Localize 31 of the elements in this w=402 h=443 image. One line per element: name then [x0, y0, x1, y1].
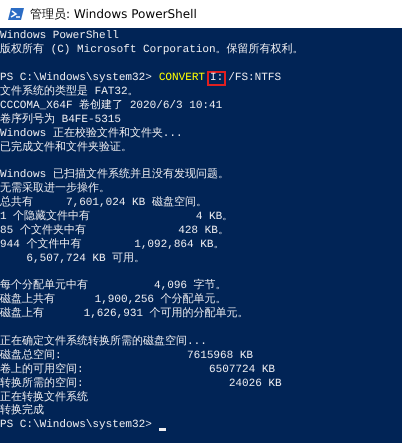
- console-output: 卷序列号为 B4FE-5315: [0, 114, 122, 126]
- console-output: 1 个隐藏文件中有 4 KB。: [0, 211, 234, 224]
- console-output: 总共有 7,601,024 KB 磁盘空间。: [0, 197, 207, 210]
- prompt-text: PS C:\Windows\system32>: [0, 72, 152, 84]
- command-argument: /FS:NTFS: [228, 72, 282, 86]
- terminal-icon: [8, 7, 24, 21]
- console-output: 正在转换文件系统: [0, 392, 88, 404]
- window-title: 管理员: Windows PowerShell: [30, 6, 197, 22]
- prompt-text: PS C:\Windows\system32>: [0, 419, 152, 432]
- highlighted-argument: I:: [207, 71, 226, 86]
- console-output: 6,507,724 KB 可用。: [25, 252, 146, 266]
- command-text: CONVERT: [158, 72, 206, 86]
- console-output: 每个分配单元中有 4,096 字节。: [0, 280, 227, 293]
- console-output: Windows PowerShell: [0, 30, 119, 43]
- console-output: 无需采取进一步操作。: [0, 183, 110, 196]
- console-output: 已完成文件和文件夹验证。: [0, 142, 132, 155]
- console-output: 正在确定文件系统转换所需的磁盘空间...: [0, 336, 207, 348]
- console-output: 卷上的可用空间: 6507724 KB: [0, 364, 276, 376]
- console-output: 磁盘上共有 1,900,256 个分配单元。: [0, 294, 227, 307]
- console-output: Windows 正在校验文件和文件夹...: [0, 128, 183, 140]
- console-output: 转换完成: [0, 405, 44, 418]
- console-output: CCCOMA_X64F 卷创建了 2020/6/3 10:41: [0, 100, 222, 112]
- console-output: 版权所有 (C) Microsoft Corporation。保留所有权利。: [0, 44, 304, 58]
- console-output: 文件系统的类型是 FAT32。: [0, 86, 139, 99]
- console-output: 磁盘总空间: 7615968 KB: [0, 350, 254, 362]
- console-output: 944 个文件中有 1,092,864 KB。: [0, 238, 224, 252]
- console-output: Windows 已扫描文件系统并且没有发现问题。: [0, 169, 229, 182]
- text-cursor: [158, 428, 166, 431]
- console-output: 85 个文件夹中有 428 KB。: [0, 224, 229, 238]
- console-output: 磁盘上有 1,626,931 个可用的分配单元。: [0, 308, 249, 322]
- console-output: 转换所需的空间: 24026 KB: [0, 378, 282, 390]
